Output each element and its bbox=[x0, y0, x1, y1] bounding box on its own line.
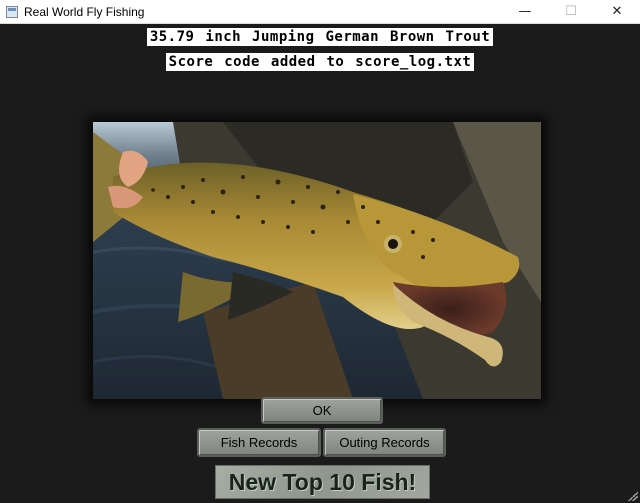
maximize-button[interactable]: ☐ bbox=[548, 0, 594, 23]
ok-button[interactable]: OK bbox=[261, 397, 383, 424]
app-icon bbox=[6, 5, 18, 18]
close-button[interactable]: ✕ bbox=[594, 0, 640, 23]
fish-records-button[interactable]: Fish Records bbox=[197, 428, 321, 457]
minimize-button[interactable]: — bbox=[502, 0, 548, 23]
window-title: Real World Fly Fishing bbox=[24, 4, 145, 19]
new-top10-banner: New Top 10 Fish! bbox=[215, 465, 430, 499]
resize-grip-icon[interactable] bbox=[628, 491, 638, 501]
catch-message: 35.79 inch Jumping German Brown Trout bbox=[0, 26, 640, 46]
log-message: Score code added to score_log.txt bbox=[0, 51, 640, 71]
trout-photo bbox=[93, 122, 541, 399]
window-titlebar: Real World Fly Fishing — ☐ ✕ bbox=[0, 0, 640, 24]
catch-text: 35.79 inch Jumping German Brown Trout bbox=[146, 28, 494, 46]
log-text: Score code added to score_log.txt bbox=[165, 53, 475, 71]
outing-records-button[interactable]: Outing Records bbox=[323, 428, 446, 457]
